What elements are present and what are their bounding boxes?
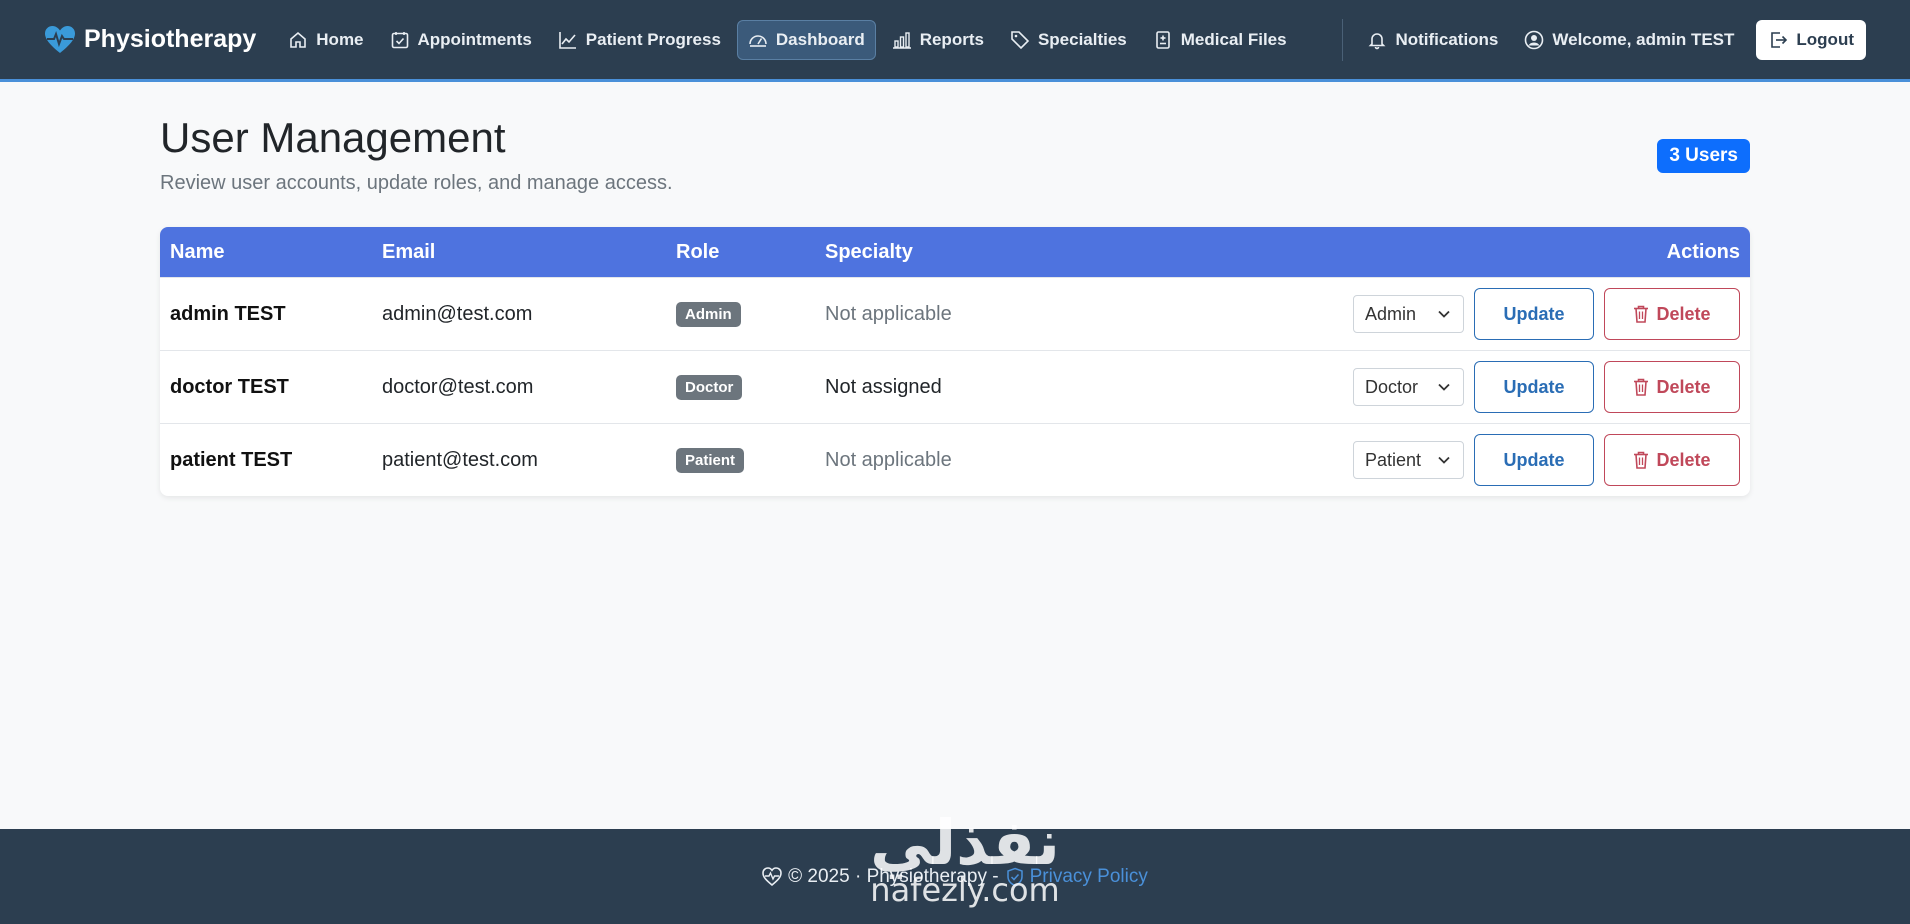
user-name: admin TEST <box>170 302 286 325</box>
trash-icon <box>1634 305 1649 323</box>
update-button[interactable]: Update <box>1474 288 1594 340</box>
nav-right: Notifications Welcome, admin TEST Logout <box>1342 18 1866 61</box>
logout-icon <box>1771 31 1788 48</box>
row-actions: Admin Update Delete <box>1125 288 1750 340</box>
delete-button[interactable]: Delete <box>1604 434 1740 486</box>
footer: © 2025 · Physiotherapy - Privacy Policy <box>0 829 1910 924</box>
user-name: patient TEST <box>170 448 293 471</box>
user-specialty: Not assigned <box>825 375 942 398</box>
trash-icon <box>1634 451 1649 469</box>
shield-check-icon <box>1006 867 1023 886</box>
privacy-policy-link[interactable]: Privacy Policy <box>1005 866 1148 888</box>
role-select[interactable]: Doctor <box>1353 368 1464 406</box>
header-name: Name <box>170 240 225 263</box>
row-actions: Doctor Update Delete <box>1125 361 1750 413</box>
role-select[interactable]: Admin <box>1353 295 1464 333</box>
chart-line-icon <box>558 31 576 49</box>
role-badge: Admin <box>676 301 741 327</box>
file-medical-icon <box>1155 30 1170 49</box>
user-specialty: Not applicable <box>825 448 952 471</box>
header-email: Email <box>382 240 436 263</box>
nav-notifications[interactable]: Notifications <box>1357 20 1508 60</box>
delete-button[interactable]: Delete <box>1604 288 1740 340</box>
privacy-policy-label: Privacy Policy <box>1029 865 1148 887</box>
users-count-badge: 3 Users <box>1657 139 1750 173</box>
calendar-check-icon <box>391 31 408 48</box>
nav-links: Home Appointments Patient Progress Dashb… <box>278 19 1297 60</box>
role-select-value: Patient <box>1365 449 1422 470</box>
nav-medical-files[interactable]: Medical Files <box>1143 20 1297 60</box>
table-row: patient TEST patient@test.com Patient No… <box>160 423 1750 496</box>
chevron-down-icon <box>1438 383 1450 391</box>
home-icon <box>290 31 307 48</box>
role-select[interactable]: Patient <box>1353 441 1464 479</box>
nav-patient-progress[interactable]: Patient Progress <box>548 20 731 60</box>
speedometer-icon <box>749 34 767 47</box>
nav-dashboard-label: Dashboard <box>775 29 865 49</box>
nav-home-label: Home <box>316 29 364 49</box>
delete-label: Delete <box>1656 303 1711 324</box>
user-specialty: Not applicable <box>825 302 952 325</box>
nav-specialties[interactable]: Specialties <box>1000 20 1137 60</box>
logout-label: Logout <box>1796 29 1854 49</box>
table-row: admin TEST admin@test.com Admin Not appl… <box>160 277 1750 350</box>
chevron-down-icon <box>1438 310 1450 318</box>
nav-user-welcome[interactable]: Welcome, admin TEST <box>1514 20 1744 60</box>
role-select-value: Admin <box>1365 303 1417 324</box>
role-select-value: Doctor <box>1365 376 1419 397</box>
logout-button[interactable]: Logout <box>1756 19 1866 60</box>
role-cell: Patient <box>676 447 825 473</box>
user-email: admin@test.com <box>382 302 533 325</box>
user-circle-icon <box>1525 30 1544 49</box>
nav-appointments-label: Appointments <box>417 29 532 49</box>
update-button[interactable]: Update <box>1474 434 1594 486</box>
bell-icon <box>1369 32 1386 49</box>
users-table: Name Email Role Specialty Actions admin … <box>160 227 1750 496</box>
user-email: doctor@test.com <box>382 375 534 398</box>
chevron-down-icon <box>1438 456 1450 464</box>
trash-icon <box>1634 378 1649 396</box>
role-badge: Doctor <box>676 374 743 400</box>
nav-patient-progress-label: Patient Progress <box>585 29 721 49</box>
role-cell: Admin <box>676 301 825 327</box>
heart-pulse-icon <box>762 866 782 886</box>
brand-name: Physiotherapy <box>84 25 257 53</box>
nav-dashboard[interactable]: Dashboard <box>736 19 876 60</box>
brand[interactable]: Physiotherapy <box>44 25 256 55</box>
update-button[interactable]: Update <box>1474 361 1594 413</box>
nav-home[interactable]: Home <box>278 20 373 60</box>
heart-pulse-icon <box>45 25 75 53</box>
nav-medical-files-label: Medical Files <box>1180 29 1287 49</box>
table-header: Name Email Role Specialty Actions <box>160 227 1750 277</box>
header-actions: Actions <box>1666 240 1740 263</box>
page-subtitle: Review user accounts, update roles, and … <box>160 172 673 194</box>
header-role: Role <box>676 240 720 263</box>
delete-label: Delete <box>1656 449 1711 470</box>
delete-button[interactable]: Delete <box>1604 361 1740 413</box>
role-badge: Patient <box>676 447 745 473</box>
user-name: doctor TEST <box>170 375 289 398</box>
footer-copyright: © 2025 · Physiotherapy - <box>788 865 999 887</box>
nav-specialties-label: Specialties <box>1037 29 1127 49</box>
page-title: User Management <box>160 114 506 161</box>
header-specialty: Specialty <box>825 240 913 263</box>
nav-notifications-label: Notifications <box>1395 29 1499 49</box>
nav-reports-label: Reports <box>919 29 984 49</box>
delete-label: Delete <box>1656 376 1711 397</box>
table-row: doctor TEST doctor@test.com Doctor Not a… <box>160 350 1750 423</box>
role-cell: Doctor <box>676 374 825 400</box>
nav-reports[interactable]: Reports <box>882 20 994 60</box>
user-email: patient@test.com <box>382 448 538 471</box>
nav-welcome-label: Welcome, admin TEST <box>1552 29 1735 49</box>
top-navbar: Physiotherapy Home Appointments Patient … <box>0 0 1910 82</box>
row-actions: Patient Update Delete <box>1125 434 1750 486</box>
bar-chart-icon <box>892 31 911 49</box>
tags-icon <box>1011 30 1030 49</box>
nav-appointments[interactable]: Appointments <box>380 20 542 60</box>
